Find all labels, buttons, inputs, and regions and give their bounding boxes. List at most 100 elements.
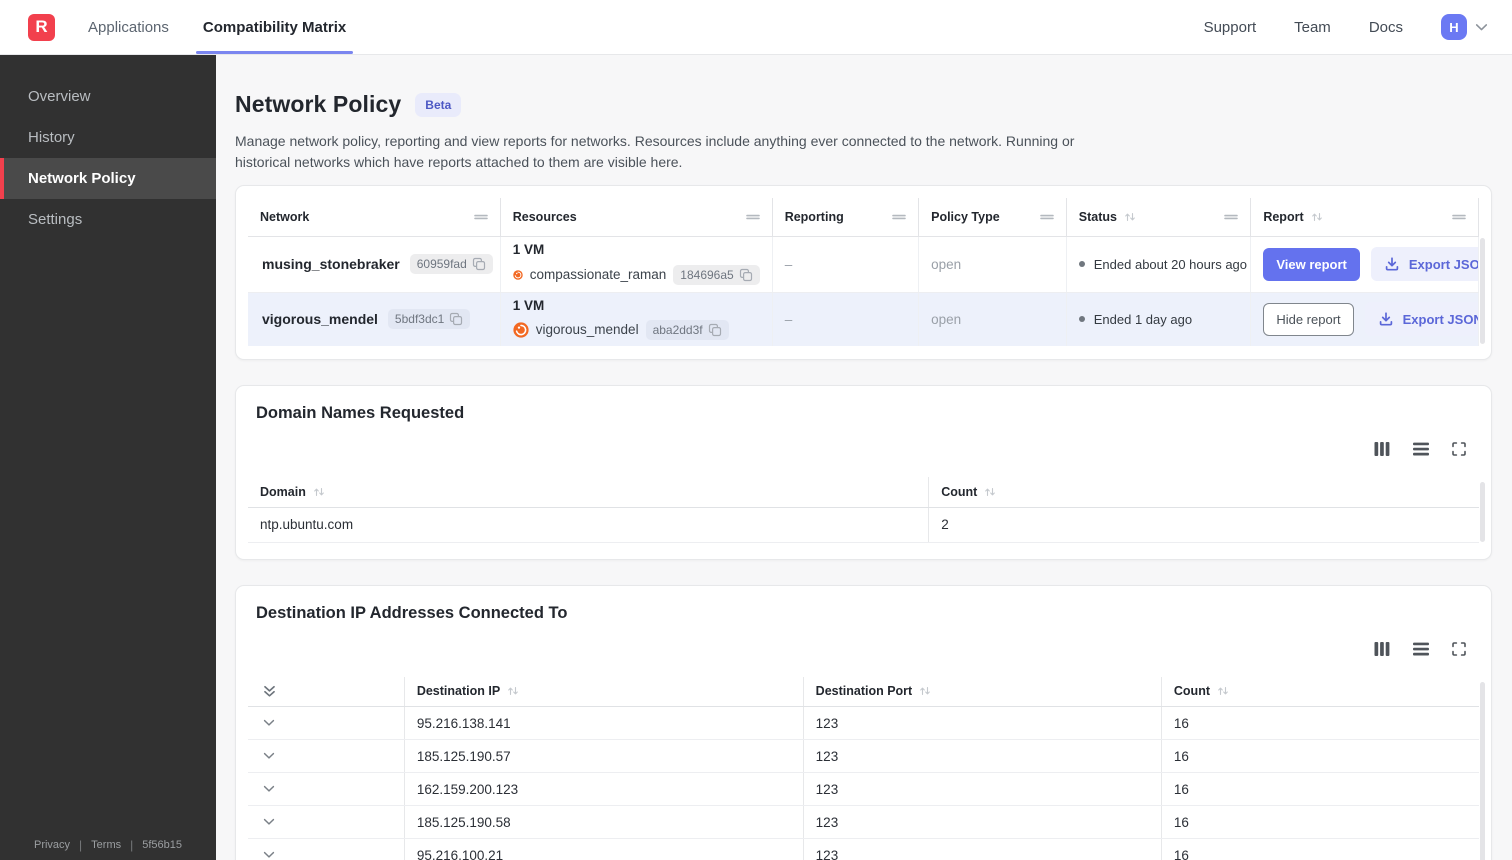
column-resize-handle-icon[interactable] — [745, 213, 760, 221]
policy-type-value: open — [918, 236, 1067, 293]
domain-value: ntp.ubuntu.com — [248, 507, 930, 543]
tab-compatibility-matrix[interactable]: Compatibility Matrix — [195, 0, 354, 54]
page-title: Network Policy — [235, 91, 402, 117]
sidebar-item-settings[interactable]: Settings — [0, 199, 216, 240]
columns-button[interactable] — [1371, 639, 1393, 659]
account-menu[interactable]: H — [1441, 14, 1488, 40]
domain-names-card: Domain Names Requested Domain Count ntp.… — [235, 385, 1492, 560]
count-value: 16 — [1161, 805, 1479, 839]
expand-row-icon[interactable] — [263, 752, 275, 760]
privacy-link[interactable]: Privacy — [34, 839, 70, 851]
sidebar: Overview History Network Policy Settings… — [0, 55, 216, 860]
rows-icon — [1413, 642, 1429, 655]
sort-icon[interactable] — [507, 685, 519, 697]
destination-port: 123 — [803, 706, 1162, 740]
nav-link-docs[interactable]: Docs — [1369, 19, 1403, 36]
sort-icon[interactable] — [1311, 211, 1323, 223]
export-json-button[interactable]: Export JSON — [1370, 247, 1478, 281]
destination-ip: 162.159.200.123 — [404, 772, 804, 806]
sort-icon[interactable] — [313, 486, 325, 498]
resource-id-badge: 184696a5 — [673, 264, 760, 285]
sidebar-item-history[interactable]: History — [0, 117, 216, 158]
col-destination-port: Destination Port — [815, 684, 913, 699]
hide-report-button[interactable]: Hide report — [1263, 302, 1354, 336]
column-resize-handle-icon[interactable] — [1224, 213, 1239, 221]
column-resize-handle-icon[interactable] — [473, 213, 488, 221]
policy-type-value: open — [918, 292, 1067, 346]
col-reporting: Reporting — [784, 209, 844, 224]
vm-logo-icon — [512, 322, 529, 338]
expand-row-icon[interactable] — [263, 785, 275, 793]
column-resize-handle-icon[interactable] — [892, 213, 906, 221]
card-title: Domain Names Requested — [256, 404, 465, 422]
tab-label: Compatibility Matrix — [202, 18, 347, 36]
destination-port: 123 — [803, 805, 1162, 839]
resources-summary: 1 VM — [512, 297, 545, 313]
column-resize-handle-icon[interactable] — [1452, 213, 1466, 221]
resource-id-badge: aba2dd3f — [645, 320, 729, 340]
sort-icon[interactable] — [984, 486, 996, 498]
tab-applications[interactable]: Applications — [88, 0, 169, 54]
card-title: Destination IP Addresses Connected To — [256, 603, 568, 622]
count-value: 2 — [928, 507, 1479, 543]
resource-name: compassionate_raman — [529, 267, 667, 282]
networks-header-row: Network Resources Reporting Policy Type … — [248, 198, 1479, 237]
destination-ips-card: Destination IP Addresses Connected To De… — [235, 584, 1492, 860]
expand-all-icon[interactable] — [263, 685, 276, 698]
col-status: Status — [1078, 209, 1117, 224]
copy-icon[interactable] — [739, 268, 753, 282]
destination-row[interactable]: 95.216.100.21 123 16 — [248, 838, 1479, 860]
terms-link[interactable]: Terms — [91, 839, 121, 851]
sidebar-item-network-policy[interactable]: Network Policy — [0, 158, 216, 199]
app-logo[interactable]: R — [28, 13, 55, 41]
destinations-table: Destination IP Destination Port Count 95… — [248, 676, 1479, 860]
chevron-down-icon — [1475, 23, 1488, 30]
destination-row[interactable]: 185.125.190.58 123 16 — [248, 805, 1479, 839]
footer-separator: | — [79, 838, 83, 852]
copy-icon[interactable] — [708, 323, 722, 337]
network-row[interactable]: vigorous_mendel 5bdf3dc1 1 VM vigorous_m… — [248, 292, 1479, 346]
scrollbar[interactable] — [1480, 681, 1485, 860]
destination-row[interactable]: 185.125.190.57 123 16 — [248, 739, 1479, 773]
main-content: Network Policy Beta Manage network polic… — [216, 55, 1512, 860]
sort-icon[interactable] — [1217, 685, 1229, 697]
network-row[interactable]: musing_stonebraker 60959fad 1 VM compass… — [248, 236, 1479, 293]
expand-row-icon[interactable] — [263, 851, 275, 859]
destination-port: 123 — [803, 838, 1162, 860]
scrollbar[interactable] — [1480, 238, 1485, 344]
top-nav: R Applications Compatibility Matrix Supp… — [0, 0, 1512, 55]
column-resize-handle-icon[interactable] — [1039, 213, 1054, 221]
col-destination-ip: Destination IP — [416, 684, 501, 699]
export-json-button[interactable]: Export JSON — [1364, 302, 1478, 337]
rows-icon — [1413, 442, 1429, 456]
fullscreen-button[interactable] — [1449, 439, 1469, 459]
copy-icon[interactable] — [472, 257, 486, 271]
columns-button[interactable] — [1371, 439, 1393, 459]
scrollbar[interactable] — [1480, 482, 1485, 542]
fullscreen-button[interactable] — [1449, 639, 1469, 659]
col-count: Count — [1173, 684, 1210, 699]
domain-row[interactable]: ntp.ubuntu.com 2 — [248, 507, 1479, 543]
view-report-button[interactable]: View report — [1263, 247, 1360, 281]
density-button[interactable] — [1410, 639, 1432, 659]
expand-row-icon[interactable] — [263, 719, 275, 727]
beta-badge: Beta — [415, 92, 462, 117]
sort-icon[interactable] — [1124, 211, 1136, 223]
destination-row[interactable]: 162.159.200.123 123 16 — [248, 772, 1479, 806]
network-name: musing_stonebraker — [262, 256, 400, 272]
destination-row[interactable]: 95.216.138.141 123 16 — [248, 706, 1479, 740]
nav-link-team[interactable]: Team — [1294, 19, 1331, 36]
destination-port: 123 — [803, 772, 1162, 806]
expand-row-icon[interactable] — [263, 818, 275, 826]
top-nav-right: Support Team Docs H — [1204, 14, 1488, 40]
sort-icon[interactable] — [919, 685, 931, 697]
domains-table: Domain Count ntp.ubuntu.com 2 — [248, 477, 1479, 543]
density-button[interactable] — [1410, 439, 1432, 459]
page-header: Network Policy Beta — [235, 91, 1492, 118]
sidebar-item-overview[interactable]: Overview — [0, 76, 216, 117]
nav-link-support[interactable]: Support — [1204, 19, 1257, 36]
destination-port: 123 — [803, 739, 1162, 773]
avatar[interactable]: H — [1441, 14, 1467, 40]
count-value: 16 — [1161, 838, 1479, 860]
copy-icon[interactable] — [449, 312, 463, 326]
